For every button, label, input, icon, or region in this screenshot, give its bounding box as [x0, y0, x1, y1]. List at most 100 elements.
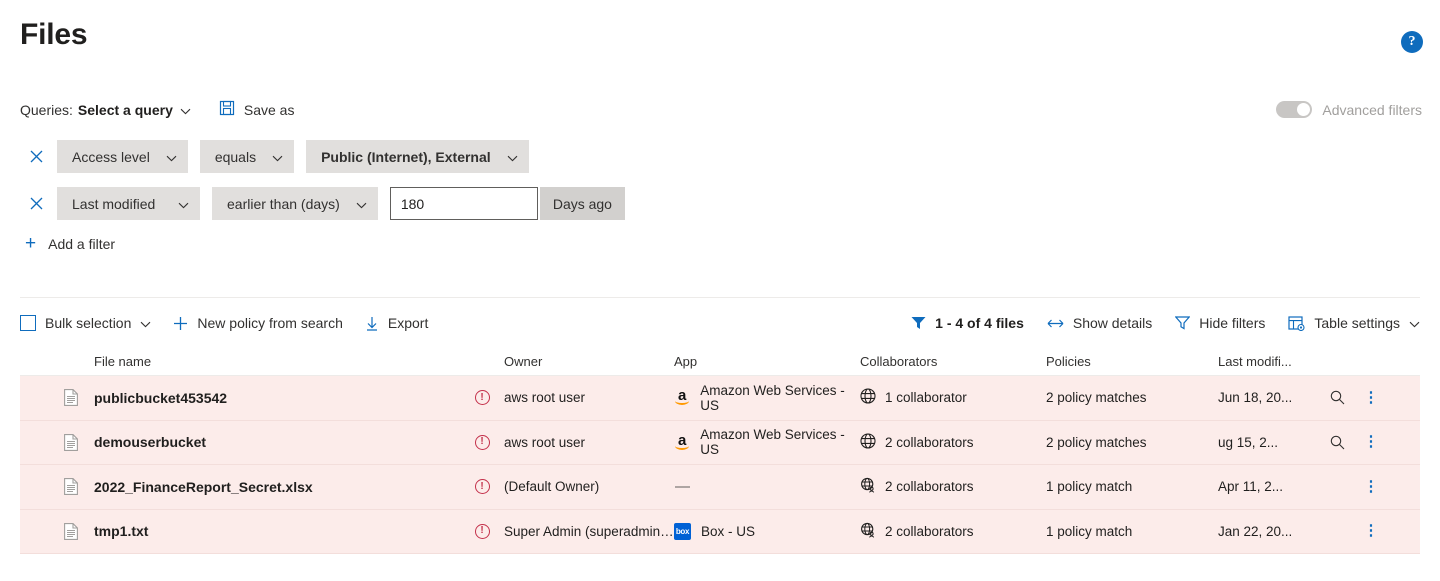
advanced-filters-toggle[interactable]: Advanced filters: [1276, 101, 1422, 118]
globe-icon: [860, 433, 876, 452]
filter-value-label: Public (Internet), External: [321, 148, 491, 165]
table-row[interactable]: publicbucket453542 ! aws root user a Ama…: [20, 376, 1420, 421]
save-as-label: Save as: [243, 101, 295, 118]
toggle-switch[interactable]: [1276, 101, 1313, 118]
file-count-label: 1 - 4 of 4 files: [935, 315, 1024, 331]
column-header-owner[interactable]: Owner: [504, 354, 674, 369]
help-icon-label: ?: [1408, 34, 1416, 49]
more-vertical-icon[interactable]: ⋮: [1356, 523, 1386, 538]
help-icon[interactable]: ?: [1401, 31, 1423, 53]
owner-cell: Super Admin (superadmin@c...: [504, 523, 674, 539]
export-button[interactable]: Export: [365, 315, 428, 331]
table-header-row: File name Owner App Collaborators Polici…: [20, 348, 1420, 376]
toolbar-divider: [20, 297, 1420, 298]
column-header-file-name[interactable]: File name: [88, 354, 460, 369]
collaborators-cell: 2 collaborators: [860, 433, 1046, 452]
column-header-app[interactable]: App: [674, 354, 860, 369]
new-policy-from-search-button[interactable]: New policy from search: [173, 315, 343, 331]
table-row[interactable]: 2022_FinanceReport_Secret.xlsx ! (Defaul…: [20, 465, 1420, 510]
policies-cell: 2 policy matches: [1046, 390, 1147, 406]
magnifier-icon[interactable]: [1318, 435, 1356, 450]
app-cell: —: [674, 478, 860, 495]
collaborators-label: 1 collaborator: [885, 390, 967, 406]
chevron-down-icon: [178, 196, 189, 212]
owner-cell: aws root user: [504, 390, 586, 406]
table-row[interactable]: demouserbucket ! aws root user a Amazon …: [20, 420, 1420, 465]
export-label: Export: [387, 315, 429, 331]
days-input[interactable]: [389, 187, 538, 220]
policies-cell: 1 policy match: [1046, 479, 1133, 495]
days-ago-button[interactable]: Days ago: [539, 187, 625, 220]
document-icon: [54, 389, 88, 407]
filter-operator-label: equals: [214, 148, 257, 165]
filter-operator-dropdown[interactable]: equals: [199, 140, 295, 173]
filters-area: Access level equals Public (Internet), E…: [20, 140, 625, 253]
show-details-button[interactable]: Show details: [1047, 315, 1152, 331]
bulk-selection-label: Bulk selection: [45, 315, 132, 331]
filter-row-access-level: Access level equals Public (Internet), E…: [20, 140, 625, 173]
app-label: Amazon Web Services - US: [700, 427, 845, 458]
table-row[interactable]: tmp1.txt ! Super Admin (superadmin@c... …: [20, 509, 1420, 554]
globe-person-icon: [860, 477, 876, 496]
policies-cell: 2 policy matches: [1046, 434, 1147, 450]
query-select-value: Select a query: [77, 101, 173, 118]
table-gear-icon: [1288, 315, 1305, 331]
last-modified-cell: Apr 11, 2...: [1218, 479, 1284, 495]
show-details-label: Show details: [1072, 315, 1153, 331]
download-icon: [365, 316, 379, 331]
last-modified-cell: Jan 22, 20...: [1218, 523, 1293, 539]
filter-field-dropdown[interactable]: Last modified: [57, 187, 200, 220]
alert-circle-icon: !: [460, 390, 504, 406]
filter-value-dropdown[interactable]: Public (Internet), External: [306, 140, 529, 173]
plus-icon: [173, 316, 188, 331]
file-name-cell[interactable]: demouserbucket: [88, 434, 460, 450]
add-filter-button[interactable]: + Add a filter: [25, 234, 625, 253]
filter-row-last-modified: Last modified earlier than (days) Days a…: [20, 187, 625, 220]
collaborators-label: 2 collaborators: [885, 479, 974, 495]
collaborators-label: 2 collaborators: [885, 434, 974, 450]
column-header-last-modified[interactable]: Last modifi...: [1218, 354, 1318, 369]
queries-label: Queries:: [20, 101, 73, 118]
query-select-dropdown[interactable]: Select a query: [78, 102, 191, 118]
files-page: Files ? Queries: Select a query Save as: [0, 0, 1440, 581]
filter-field-label: Access level: [72, 148, 150, 165]
filter-operator-dropdown[interactable]: earlier than (days): [212, 187, 378, 220]
more-vertical-icon[interactable]: ⋮: [1356, 479, 1386, 494]
app-cell: box Box - US: [674, 522, 860, 540]
more-vertical-icon[interactable]: ⋮: [1356, 434, 1386, 449]
column-header-policies[interactable]: Policies: [1046, 354, 1218, 369]
toolbar-left-group: Bulk selection New policy from search Ex…: [20, 315, 450, 331]
toggle-knob: [1297, 103, 1311, 116]
app-cell: a Amazon Web Services - US: [674, 427, 860, 457]
table-toolbar: Bulk selection New policy from search Ex…: [20, 308, 1420, 338]
magnifier-icon[interactable]: [1318, 390, 1356, 405]
file-name-cell[interactable]: 2022_FinanceReport_Secret.xlsx: [88, 479, 460, 495]
chevron-down-icon: [180, 102, 191, 118]
file-name-cell[interactable]: tmp1.txt: [88, 523, 460, 539]
filter-operator-label: earlier than (days): [227, 195, 340, 212]
add-filter-label: Add a filter: [48, 235, 116, 252]
checkbox-icon[interactable]: [20, 315, 36, 331]
queries-bar: Queries: Select a query Save as: [20, 100, 294, 119]
alert-circle-icon: !: [460, 523, 504, 539]
close-icon[interactable]: [20, 187, 53, 220]
close-icon[interactable]: [20, 140, 53, 173]
chevron-down-icon: [140, 315, 151, 331]
column-header-collaborators[interactable]: Collaborators: [860, 354, 1046, 369]
new-policy-label: New policy from search: [197, 315, 343, 331]
funnel-filled-icon: [911, 316, 926, 330]
hide-filters-button[interactable]: Hide filters: [1175, 315, 1265, 331]
page-title: Files: [20, 18, 88, 51]
save-as-button[interactable]: Save as: [219, 100, 295, 119]
bulk-selection-button[interactable]: Bulk selection: [20, 315, 151, 331]
box-icon: box: [674, 522, 691, 540]
file-name-cell[interactable]: publicbucket453542: [88, 390, 460, 406]
chevron-down-icon: [166, 149, 177, 165]
app-cell: a Amazon Web Services - US: [674, 383, 860, 413]
filter-field-dropdown[interactable]: Access level: [57, 140, 188, 173]
table-settings-button[interactable]: Table settings: [1288, 315, 1420, 331]
more-vertical-icon[interactable]: ⋮: [1356, 390, 1386, 405]
dash-icon: —: [675, 478, 690, 496]
collaborators-label: 2 collaborators: [885, 523, 974, 539]
file-count-indicator: 1 - 4 of 4 files: [911, 315, 1024, 331]
